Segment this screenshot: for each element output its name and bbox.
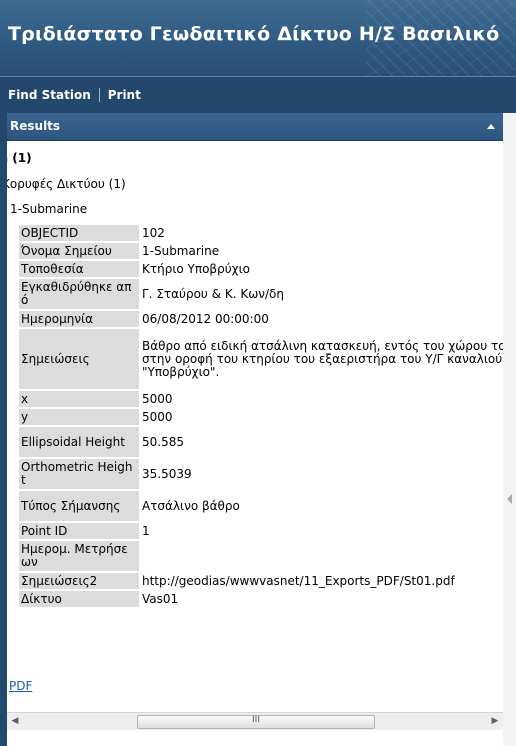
attribute-row: Σημειώσεις Βάθρο από ειδική ατσάλινη κατα… xyxy=(19,329,503,389)
scroll-right-icon[interactable]: ▶ xyxy=(487,713,503,730)
attribute-row: Orthometric Height 35.5039 xyxy=(19,459,503,489)
attribute-key: OBJECTID xyxy=(19,225,139,241)
attribute-row: Ημερομηνία 06/08/2012 00:00:00 xyxy=(19,311,503,327)
attribute-value: 35.5039 xyxy=(139,459,503,489)
attribute-row: Τοποθεσία Κτήριο Υποβρύχιο xyxy=(19,261,503,277)
attribute-value: Ατσάλινο βάθρο xyxy=(139,491,503,521)
results-content: a (1) Κορυφές Δικτύου (1) 1-Submarine OB… xyxy=(7,141,503,721)
attribute-row: Δίκτυο Vas01 xyxy=(19,591,503,607)
attribute-key: Orthometric Height xyxy=(19,459,139,489)
attribute-value: 5000 xyxy=(139,391,503,407)
attribute-value: 06/08/2012 00:00:00 xyxy=(139,311,503,327)
layer-name[interactable]: a (1) xyxy=(7,151,32,165)
app-header: Τριδιάστατο Γεωδαιτικό Δίκτυο Η/Σ Βασιλι… xyxy=(0,0,516,76)
results-panel-title: Results xyxy=(10,119,61,133)
attribute-key: Τύπος Σήμανσης xyxy=(19,491,139,521)
attribute-value: 5000 xyxy=(139,409,503,425)
attribute-row: Όνομα Σημείου 1-Submarine xyxy=(19,243,503,259)
scrollbar-grip: III xyxy=(252,715,260,725)
attribute-row: OBJECTID 102 xyxy=(19,225,503,241)
pdf-link[interactable]: PDF xyxy=(9,679,32,693)
attribute-row: Σημειώσεις2 http://geodias/wwwvasnet/11_E… xyxy=(19,573,503,589)
attribute-key: Point ID xyxy=(19,523,139,539)
attribute-row: Ellipsoidal Height 50.585 xyxy=(19,427,503,457)
attribute-value: Κτήριο Υποβρύχιο xyxy=(139,261,503,277)
results-panel: Results a (1) Κορυφές Δικτύου (1) 1-Subm… xyxy=(7,113,503,746)
attribute-value: http://geodias/wwwvasnet/11_Exports_PDF/… xyxy=(139,573,503,589)
attribute-value: 102 xyxy=(139,225,503,241)
attribute-value xyxy=(139,541,503,571)
attribute-value: Βάθρο από ειδική ατσάλινη κατασκευή, εντ… xyxy=(139,329,503,389)
left-edge-strip xyxy=(0,113,7,746)
attribute-key: Ημερομηνία xyxy=(19,311,139,327)
attribute-row: Εγκαθιδρύθηκε από Γ. Σταύρου & Κ. Κων/δη xyxy=(19,279,503,309)
attribute-row: Ημερομ. Μετρήσεων xyxy=(19,541,503,571)
attribute-key: Σημειώσεις2 xyxy=(19,573,139,589)
attribute-key: Όνομα Σημείου xyxy=(19,243,139,259)
attribute-value: Vas01 xyxy=(139,591,503,607)
attribute-key: Δίκτυο xyxy=(19,591,139,607)
attribute-key: Εγκαθιδρύθηκε από xyxy=(19,279,139,309)
attribute-key: x xyxy=(19,391,139,407)
attribute-row: x 5000 xyxy=(19,391,503,407)
scroll-left-icon[interactable]: ◀ xyxy=(7,713,23,730)
feature-group-name[interactable]: Κορυφές Δικτύου (1) xyxy=(7,177,126,191)
scrollbar-thumb[interactable]: III xyxy=(137,715,375,729)
attribute-row: y 5000 xyxy=(19,409,503,425)
results-panel-header: Results xyxy=(7,113,503,141)
attribute-key: Τοποθεσία xyxy=(19,261,139,277)
menu-bar: Find Station Print xyxy=(0,76,516,113)
attribute-value: 50.585 xyxy=(139,427,503,457)
attribute-key: Σημειώσεις xyxy=(19,329,139,389)
map-area-edge xyxy=(503,113,516,746)
print-button[interactable]: Print xyxy=(100,88,149,102)
chevron-up-icon[interactable] xyxy=(487,124,495,129)
splitter-collapse-icon[interactable] xyxy=(507,494,512,504)
attribute-key: Ημερομ. Μετρήσεων xyxy=(19,541,139,571)
attribute-value: 1 xyxy=(139,523,503,539)
attribute-key: Ellipsoidal Height xyxy=(19,427,139,457)
attribute-row: Point ID 1 xyxy=(19,523,503,539)
attribute-value: 1-Submarine xyxy=(139,243,503,259)
attribute-row: Τύπος Σήμανσης Ατσάλινο βάθρο xyxy=(19,491,503,521)
attribute-key: y xyxy=(19,409,139,425)
feature-name[interactable]: 1-Submarine xyxy=(7,202,87,216)
attribute-value: Γ. Σταύρου & Κ. Κων/δη xyxy=(139,279,503,309)
horizontal-scrollbar[interactable]: ◀ III ▶ xyxy=(7,712,503,730)
find-station-button[interactable]: Find Station xyxy=(0,88,99,102)
attribute-table: OBJECTID 102 Όνομα Σημείου 1-Submarine Τοποθ… xyxy=(19,223,503,609)
app-title: Τριδιάστατο Γεωδαιτικό Δίκτυο Η/Σ Βασιλι… xyxy=(8,23,500,45)
